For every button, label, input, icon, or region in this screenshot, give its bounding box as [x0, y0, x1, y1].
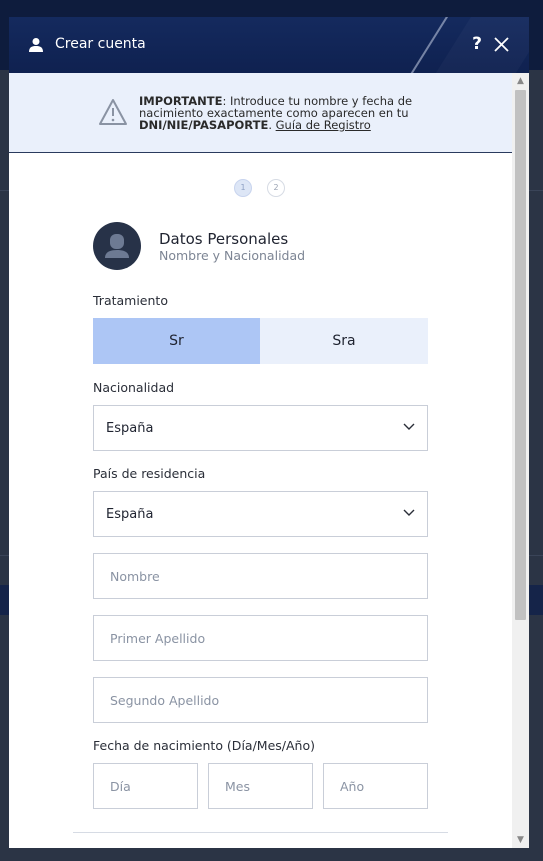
tratamiento-label: Tratamiento — [93, 293, 168, 308]
notice-text: IMPORTANTE: Introduce tu nombre y fecha … — [139, 95, 439, 131]
nacionalidad-label: Nacionalidad — [93, 380, 175, 395]
nombre-input[interactable]: Nombre — [93, 553, 428, 599]
person-icon — [105, 234, 129, 258]
tratamiento-toggle: Sr Sra — [93, 318, 428, 364]
scrollbar-thumb[interactable] — [515, 90, 526, 620]
anio-placeholder: Año — [340, 779, 365, 794]
mes-placeholder: Mes — [225, 779, 250, 794]
scrollbar[interactable]: ▲ ▼ — [512, 73, 529, 848]
modal-header: Crear cuenta ? — [9, 17, 529, 73]
user-icon — [29, 38, 43, 52]
section-subtitle: Nombre y Nacionalidad — [159, 248, 306, 263]
scroll-up-icon[interactable]: ▲ — [512, 73, 529, 89]
chevron-down-icon — [403, 423, 415, 430]
registration-guide-link[interactable]: Guía de Registro — [276, 118, 371, 132]
step-2: 2 — [267, 179, 285, 197]
option-sr-button[interactable]: Sr — [93, 318, 260, 364]
primer-apellido-placeholder: Primer Apellido — [110, 631, 206, 646]
warning-icon — [99, 99, 127, 125]
section-title: Datos Personales — [159, 230, 289, 248]
option-sra-button[interactable]: Sra — [260, 318, 428, 364]
segundo-apellido-input[interactable]: Segundo Apellido — [93, 677, 428, 723]
residencia-select[interactable]: España — [93, 491, 428, 537]
notice-document-types: DNI/NIE/PASAPORTE — [139, 118, 269, 132]
scroll-down-icon[interactable]: ▼ — [512, 832, 529, 848]
notice-period: . — [268, 118, 276, 132]
nombre-placeholder: Nombre — [110, 569, 160, 584]
residencia-value: España — [106, 507, 154, 522]
fecha-label: Fecha de nacimiento (Día/Mes/Año) — [93, 738, 315, 753]
anio-input[interactable]: Año — [323, 763, 428, 809]
chevron-down-icon — [403, 509, 415, 516]
close-icon[interactable] — [493, 36, 510, 53]
nacionalidad-select[interactable]: España — [93, 405, 428, 451]
dia-input[interactable]: Día — [93, 763, 198, 809]
residencia-label: País de residencia — [93, 466, 206, 481]
modal-body: IMPORTANTE: Introduce tu nombre y fecha … — [9, 73, 512, 848]
step-1: 1 — [234, 179, 252, 197]
create-account-modal: Crear cuenta ? IMPORTANTE: Introduce tu … — [9, 17, 529, 848]
mes-input[interactable]: Mes — [208, 763, 313, 809]
segundo-apellido-placeholder: Segundo Apellido — [110, 693, 220, 708]
section-divider — [73, 832, 448, 833]
dia-placeholder: Día — [110, 779, 131, 794]
primer-apellido-input[interactable]: Primer Apellido — [93, 615, 428, 661]
important-notice: IMPORTANTE: Introduce tu nombre y fecha … — [9, 73, 512, 153]
modal-title: Crear cuenta — [55, 36, 146, 52]
avatar — [93, 222, 141, 270]
help-icon[interactable]: ? — [469, 32, 485, 56]
nacionalidad-value: España — [106, 421, 154, 436]
